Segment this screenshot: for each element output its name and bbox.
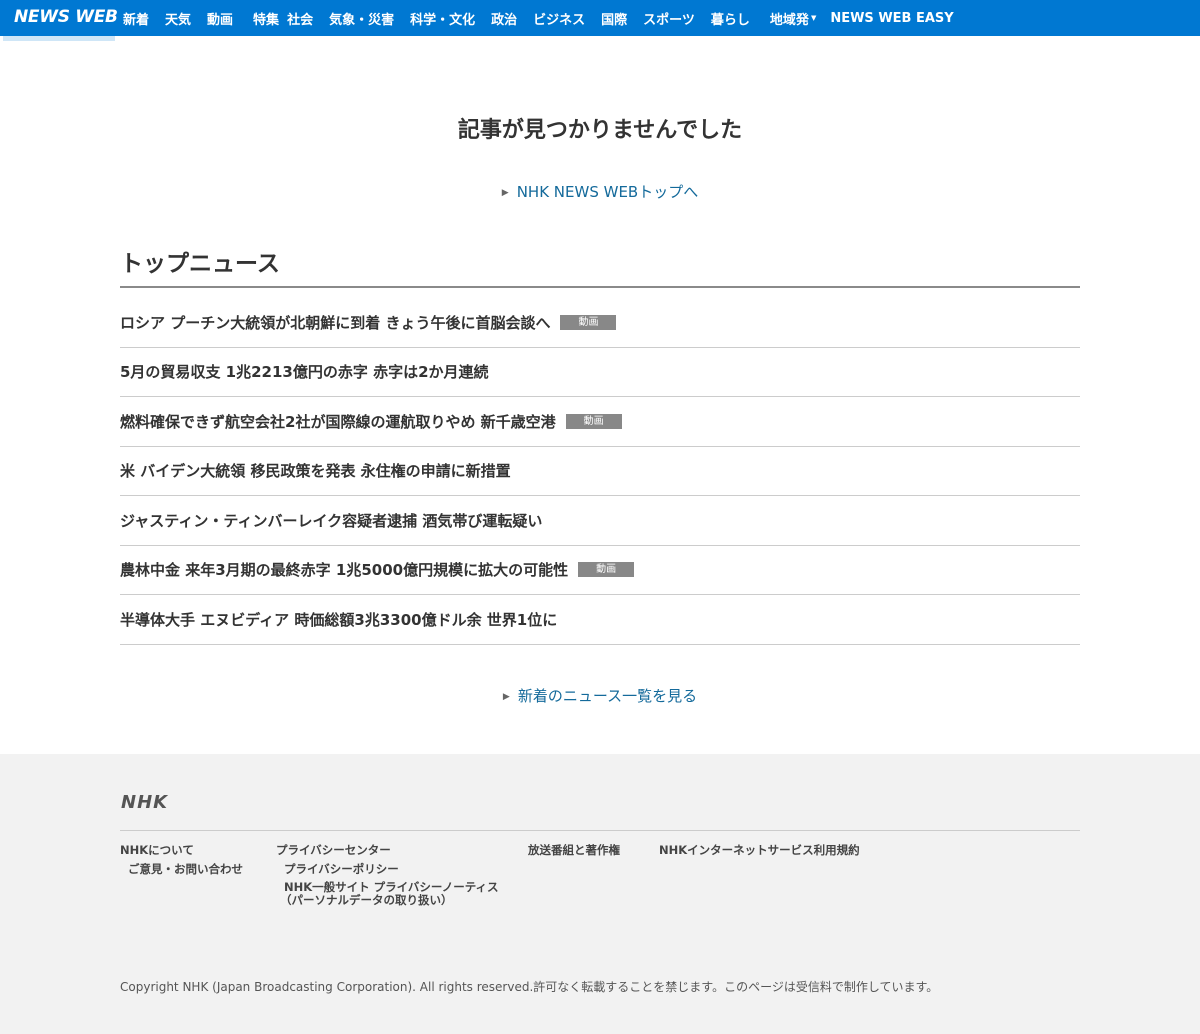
news-web-top-link[interactable]: ▶ NHK NEWS WEBトップへ	[0, 181, 1200, 202]
footer-link-privacy-notice[interactable]: NHK一般サイト プライバシーノーティス （パーソナルデータの取り扱い）	[280, 881, 499, 907]
not-found-message: 記事が見つかりませんでした	[457, 118, 743, 143]
nav-item-disaster[interactable]: 気象・災害	[329, 9, 394, 28]
link-label: NHK NEWS WEBトップへ	[516, 183, 699, 201]
news-title[interactable]: 5月の貿易収支 1兆2213億円の赤字 赤字は2か月連続	[120, 361, 489, 382]
global-nav: 新着 天気 動画 特集 社会 気象・災害 科学・文化 政治 ビジネス 国際 スポ…	[123, 0, 970, 36]
nav-item-society[interactable]: 社会	[287, 9, 313, 28]
nav-item-label: 暮らし	[710, 12, 750, 28]
nav-item-sports[interactable]: スポーツ	[643, 9, 695, 28]
nav-item-politics[interactable]: 政治	[491, 9, 517, 28]
nav-item-label: スポーツ	[643, 12, 695, 28]
news-title[interactable]: 燃料確保できず航空会社2社が国際線の運航取りやめ 新千歳空港	[120, 411, 556, 432]
video-badge: 動画	[560, 314, 617, 330]
nhk-logo[interactable]: NHK	[121, 792, 168, 813]
nav-item-features[interactable]: 特集	[253, 9, 279, 28]
nav-item-label: ビジネス	[533, 12, 586, 28]
section-divider	[120, 286, 1080, 288]
footer-divider	[120, 830, 1080, 831]
footer-link-privacy-center[interactable]: プライバシーセンター	[276, 844, 391, 857]
nav-item-label: 政治	[491, 12, 518, 28]
nav-item-label: 地域発	[769, 12, 809, 28]
nav-item-international[interactable]: 国際	[601, 9, 627, 28]
footer-link-copyright-programs[interactable]: 放送番組と著作権	[528, 844, 620, 857]
nav-item-life[interactable]: 暮らし	[711, 9, 750, 28]
footer-link-about[interactable]: NHKについて	[120, 844, 194, 857]
nav-item-science[interactable]: 科学・文化	[410, 9, 475, 28]
nav-item-label: 特集	[253, 12, 280, 28]
news-title[interactable]: 半導体大手 エヌビディア 時価総額3兆3300億ドル余 世界1位に	[120, 609, 557, 630]
section-title: トップニュース	[120, 251, 280, 277]
list-item[interactable]: 5月の貿易収支 1兆2213億円の赤字 赤字は2か月連続	[120, 348, 1080, 397]
nav-item-label: 科学・文化	[410, 12, 476, 28]
nav-item-easy[interactable]: NEWS WEB EASY	[830, 11, 953, 26]
news-web-logo[interactable]: NEWS WEB	[14, 7, 118, 27]
site-header: NEWS WEB 新着 天気 動画 特集 社会 気象・災害 科学・文化 政治 ビ…	[0, 0, 1200, 36]
footer-link-terms[interactable]: NHKインターネットサービス利用規約	[659, 844, 860, 857]
nav-item-label: 社会	[287, 12, 314, 28]
caret-down-icon: ▼	[810, 14, 817, 22]
list-item[interactable]: ジャスティン・ティンバーレイク容疑者逮捕 酒気帯び運転疑い	[120, 496, 1080, 546]
news-title[interactable]: 農林中金 来年3月期の最終赤字 1兆5000億円規模に拡大の可能性	[120, 559, 568, 580]
privacy-notice-line2: （パーソナルデータの取り扱い）	[280, 893, 453, 907]
news-title[interactable]: 米 バイデン大統領 移民政策を発表 永住権の申請に新措置	[120, 460, 511, 481]
footer-link-privacy-policy[interactable]: プライバシーポリシー	[284, 863, 399, 876]
footer-link-feedback[interactable]: ご意見・お問い合わせ	[128, 863, 243, 876]
nav-item-business[interactable]: ビジネス	[533, 9, 585, 28]
news-title[interactable]: ロシア プーチン大統領が北朝鮮に到着 きょう午後に首脳会談へ	[120, 312, 550, 333]
nav-item-weather[interactable]: 天気	[165, 9, 191, 28]
nav-item-label: 気象・災害	[329, 12, 395, 28]
nav-item-label: 動画	[207, 12, 234, 28]
site-footer: NHK NHKについて ご意見・お問い合わせ プライバシーセンター プライバシー…	[0, 754, 1200, 1034]
list-item[interactable]: ロシア プーチン大統領が北朝鮮に到着 きょう午後に首脳会談へ 動画	[120, 298, 1080, 348]
nav-item-regional[interactable]: 地域発 ▼	[770, 9, 816, 28]
video-badge: 動画	[565, 413, 622, 429]
triangle-right-icon: ▶	[501, 188, 509, 198]
nav-item-label: NEWS WEB EASY	[830, 10, 954, 26]
logo-active-indicator	[3, 36, 115, 41]
nav-item-label: 新着	[123, 12, 150, 28]
nav-item-latest[interactable]: 新着	[123, 9, 149, 28]
list-item[interactable]: 燃料確保できず航空会社2社が国際線の運航取りやめ 新千歳空港 動画	[120, 397, 1080, 447]
list-item[interactable]: 農林中金 来年3月期の最終赤字 1兆5000億円規模に拡大の可能性 動画	[120, 546, 1080, 595]
latest-news-list-link[interactable]: ▶ 新着のニュース一覧を見る	[0, 685, 1200, 706]
link-label: 新着のニュース一覧を見る	[517, 687, 698, 705]
triangle-right-icon: ▶	[502, 692, 510, 702]
nav-item-video[interactable]: 動画	[207, 9, 233, 28]
copyright-text: Copyright NHK (Japan Broadcasting Corpor…	[120, 980, 939, 994]
list-item[interactable]: 米 バイデン大統領 移民政策を発表 永住権の申請に新措置	[120, 447, 1080, 496]
top-news-list: ロシア プーチン大統領が北朝鮮に到着 きょう午後に首脳会談へ 動画 5月の貿易収支…	[120, 298, 1080, 645]
video-badge: 動画	[578, 562, 635, 578]
nav-item-label: 天気	[165, 12, 192, 28]
nav-item-label: 国際	[601, 12, 628, 28]
news-title[interactable]: ジャスティン・ティンバーレイク容疑者逮捕 酒気帯び運転疑い	[120, 510, 542, 531]
list-item[interactable]: 半導体大手 エヌビディア 時価総額3兆3300億ドル余 世界1位に	[120, 595, 1080, 645]
